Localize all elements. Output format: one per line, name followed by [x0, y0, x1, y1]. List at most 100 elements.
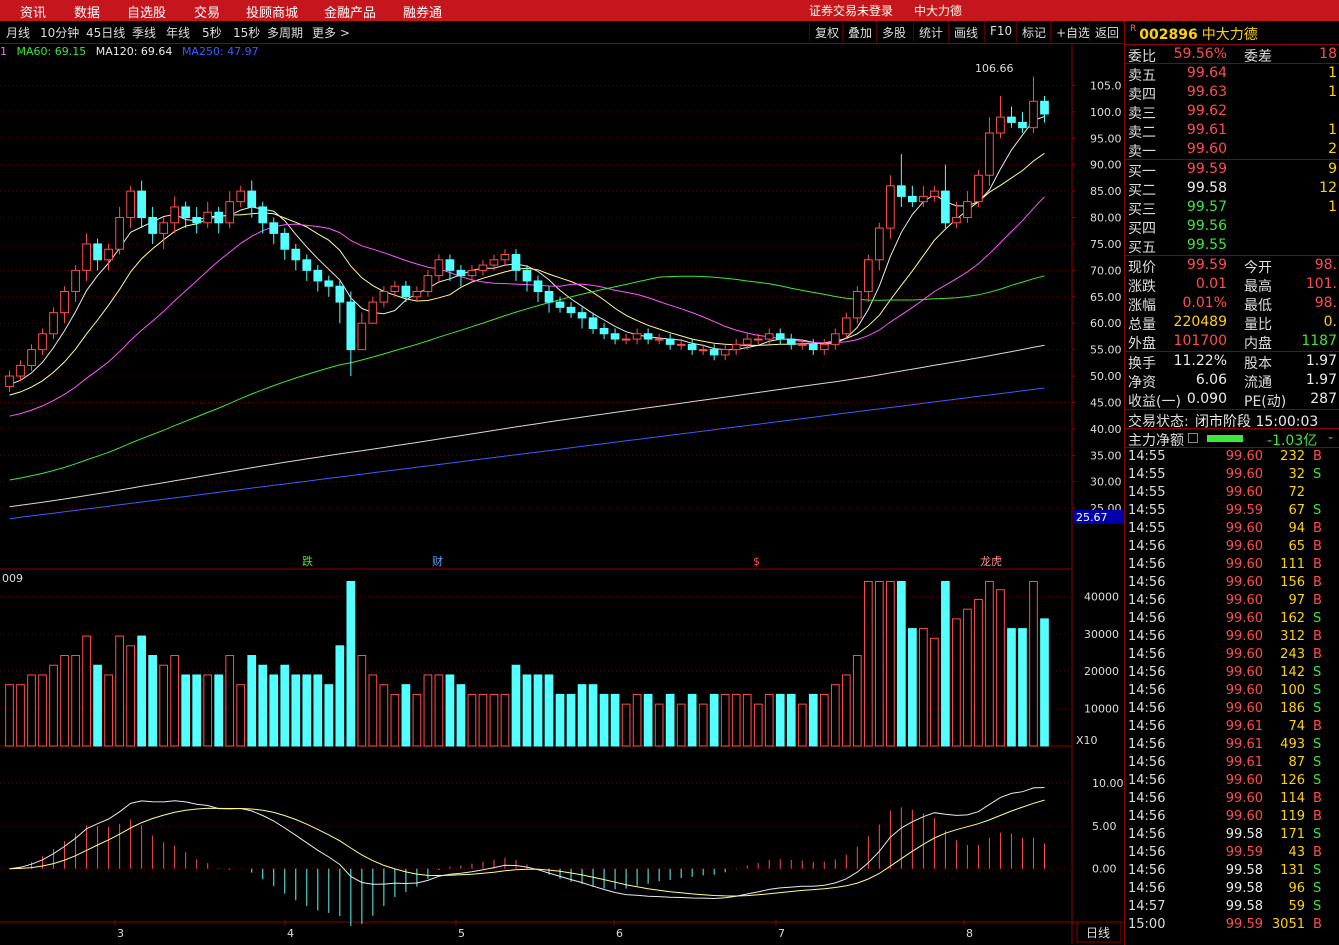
period-quarterly[interactable]: 季线: [132, 24, 156, 41]
volume-bar: [753, 703, 763, 747]
tick-row[interactable]: 14:56 99.61 493 S: [1125, 736, 1339, 754]
ask-row[interactable]: 卖一 99.60 2: [1125, 140, 1339, 160]
tick-row[interactable]: 14:56 99.58 131 S: [1125, 862, 1339, 880]
macd-dea-line: [9, 799, 1045, 897]
candle-body: [742, 338, 752, 345]
event-label-dragon-tiger[interactable]: 龙虎: [980, 555, 1002, 568]
ask-row[interactable]: 卖四 99.63 1: [1125, 83, 1339, 103]
tick-list[interactable]: 14:55 99.60 232 B 14:55 99.60 32 S 14:55 99.60 72 1…: [1125, 448, 1339, 934]
candle-body: [941, 190, 950, 224]
tick-row[interactable]: 14:56 99.60 97 B: [1125, 592, 1339, 610]
period-monthly[interactable]: 月线: [6, 24, 30, 41]
candle-body: [236, 190, 246, 203]
tick-row[interactable]: 14:56 99.60 312 B: [1125, 628, 1339, 646]
menu-watchlist[interactable]: 自选股: [127, 2, 166, 21]
volume-bar: [996, 589, 1005, 747]
event-label-drop[interactable]: 跌: [302, 554, 313, 568]
stat-value-2: 1.97: [1305, 353, 1337, 369]
book-label: 卖一: [1128, 144, 1156, 160]
tick-row[interactable]: 14:56 99.60 162 S: [1125, 610, 1339, 628]
book-label: 卖三: [1128, 106, 1156, 122]
volume-bar: [1040, 618, 1049, 747]
multi-stock-button[interactable]: 多股: [876, 22, 911, 42]
overlay-button[interactable]: 叠加: [842, 22, 877, 42]
event-label-dividend[interactable]: $: [753, 555, 760, 568]
tick-row[interactable]: 14:56 99.60 119 B: [1125, 808, 1339, 826]
tick-time: 14:56: [1128, 647, 1166, 662]
tick-row[interactable]: 14:56 99.60 243 B: [1125, 646, 1339, 664]
period-daily-button[interactable]: 日线: [1086, 926, 1110, 940]
book-label: 买四: [1128, 221, 1156, 237]
tick-row[interactable]: 14:56 99.59 43 B: [1125, 844, 1339, 862]
ma-line: [9, 344, 1045, 508]
bid-row[interactable]: 买三 99.57 1: [1125, 198, 1339, 218]
statistics-button[interactable]: 统计: [913, 22, 948, 42]
stat-label: 净资: [1128, 375, 1156, 391]
tick-row[interactable]: 14:56 99.60 126 S: [1125, 772, 1339, 790]
menu-data[interactable]: 数据: [74, 2, 100, 21]
tick-row[interactable]: 14:56 99.61 74 B: [1125, 718, 1339, 736]
event-label-finance[interactable]: 财: [432, 554, 443, 568]
period-yearly[interactable]: 年线: [166, 24, 190, 41]
candle-body: [1029, 100, 1038, 129]
tick-row[interactable]: 14:55 99.60 32 S: [1125, 466, 1339, 484]
tick-row[interactable]: 14:56 99.60 100 S: [1125, 682, 1339, 700]
kline-chart[interactable]: 105.0100.095.0090.0085.0080.0075.0070.00…: [0, 44, 1124, 944]
tick-row[interactable]: 14:56 99.61 87 S: [1125, 754, 1339, 772]
high-price-label: 106.66: [975, 62, 1014, 75]
main-flow-row: 主力净额 -1.03亿 -: [1125, 429, 1339, 449]
adjust-button[interactable]: 复权: [809, 22, 844, 42]
bid-row[interactable]: 买五 99.55: [1125, 236, 1339, 256]
candle-body: [49, 312, 58, 335]
ask-row[interactable]: 卖三 99.62: [1125, 102, 1339, 122]
tick-price: 99.61: [1225, 737, 1263, 752]
back-button[interactable]: 返回: [1089, 22, 1124, 42]
candle-body: [555, 301, 565, 308]
book-price: 99.59: [1186, 161, 1227, 177]
mark-button[interactable]: 标记: [1016, 22, 1051, 42]
period-45day[interactable]: 45日线: [86, 24, 125, 41]
candle-body: [599, 327, 609, 335]
menu-news[interactable]: 资讯: [20, 2, 46, 21]
candle-body: [313, 269, 323, 282]
menu-advisor-mall[interactable]: 投顾商城: [246, 2, 298, 21]
bid-row[interactable]: 买四 99.56: [1125, 217, 1339, 237]
tick-row[interactable]: 14:57 99.58 59 S: [1125, 898, 1339, 916]
draw-line-button[interactable]: 画线: [948, 22, 983, 42]
price-tick-label: 55.00: [1090, 344, 1122, 357]
period-10min[interactable]: 10分钟: [40, 24, 79, 41]
tick-row[interactable]: 14:56 99.60 65 B: [1125, 538, 1339, 556]
tick-row[interactable]: 14:56 99.58 96 S: [1125, 880, 1339, 898]
tick-row[interactable]: 14:56 99.60 186 S: [1125, 700, 1339, 718]
tick-row[interactable]: 14:56 99.60 111 B: [1125, 556, 1339, 574]
period-more[interactable]: 更多 >: [312, 24, 350, 41]
menu-securities-lending[interactable]: 融券通: [403, 2, 442, 21]
tick-row[interactable]: 14:56 99.60 114 B: [1125, 790, 1339, 808]
tick-volume: 126: [1280, 773, 1305, 788]
tick-row[interactable]: 14:56 99.58 171 S: [1125, 826, 1339, 844]
f10-button[interactable]: F10: [984, 22, 1017, 42]
period-15sec[interactable]: 15秒: [233, 24, 260, 41]
tick-row[interactable]: 14:56 99.60 142 S: [1125, 664, 1339, 682]
tick-row[interactable]: 14:55 99.59 67 S: [1125, 502, 1339, 520]
ask-row[interactable]: 卖二 99.61 1: [1125, 121, 1339, 141]
tick-price: 99.60: [1225, 701, 1263, 716]
period-5sec[interactable]: 5秒: [202, 24, 222, 41]
tick-row[interactable]: 14:55 99.60 94 B: [1125, 520, 1339, 538]
tick-row[interactable]: 14:56 99.60 156 B: [1125, 574, 1339, 592]
period-multi[interactable]: 多周期: [267, 24, 303, 41]
tick-row[interactable]: 14:55 99.60 232 B: [1125, 448, 1339, 466]
bid-row[interactable]: 买一 99.59 9: [1125, 160, 1339, 180]
volume-bar: [764, 693, 774, 747]
bid-row[interactable]: 买二 99.58 12: [1125, 179, 1339, 199]
ask-row[interactable]: 卖五 99.64 1: [1125, 64, 1339, 84]
macd-tick-label: 5.00: [1092, 820, 1117, 833]
menu-financial-products[interactable]: 金融产品: [324, 2, 376, 21]
tick-side: B: [1313, 449, 1322, 464]
candle-body: [841, 317, 851, 335]
tick-row[interactable]: 15:00 99.59 3051 B: [1125, 916, 1339, 934]
menu-trade[interactable]: 交易: [194, 2, 220, 21]
tick-row[interactable]: 14:55 99.60 72: [1125, 484, 1339, 502]
main-flow-detail-icon[interactable]: [1188, 433, 1198, 443]
login-status[interactable]: 证券交易未登录: [809, 2, 893, 19]
